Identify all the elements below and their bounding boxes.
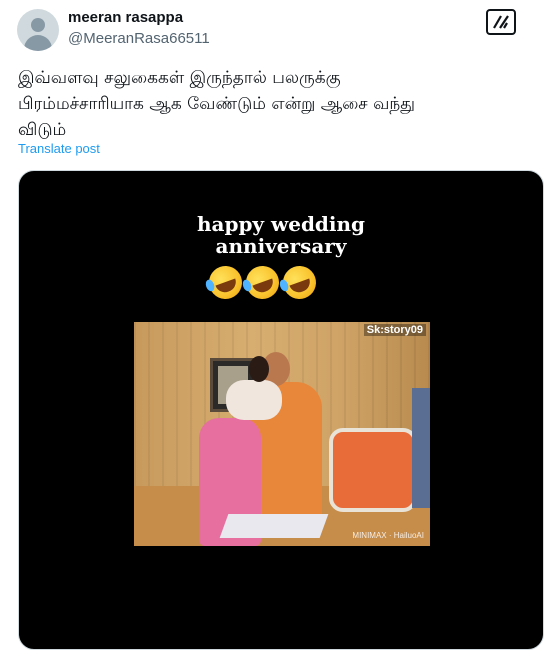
rolling-laughing-icon [241,261,284,304]
overlay-caption-line1: happy wedding [196,212,366,236]
video-frame: Sk:story09 MINIMAX · HailuoAI [134,322,430,546]
laughing-emoji-row [204,261,321,304]
user-handle[interactable]: @MeeranRasa66511 [68,30,210,47]
rolling-laughing-icon [278,261,321,304]
tweet-text: இவ்வளவு சலுகைகள் இருந்தால் பலருக்கு பிரம… [18,68,416,140]
translate-post-link[interactable]: Translate post [18,141,100,156]
watermark-top: Sk:story09 [363,324,426,336]
avatar[interactable] [17,9,59,51]
person-right-edge [412,388,430,508]
grok-button[interactable] [486,9,516,35]
coffee-table [219,514,329,538]
media-video[interactable]: happy wedding anniversary Sk:story09 MIN… [18,170,544,650]
orange-armchair [329,428,417,512]
watermark-bottom: MINIMAX · HailuoAI [352,531,424,540]
overlay-caption-line2: anniversary [215,234,347,258]
rolling-laughing-icon [204,261,247,304]
grok-icon [493,15,509,29]
display-name[interactable]: meeran rasappa [68,9,183,26]
